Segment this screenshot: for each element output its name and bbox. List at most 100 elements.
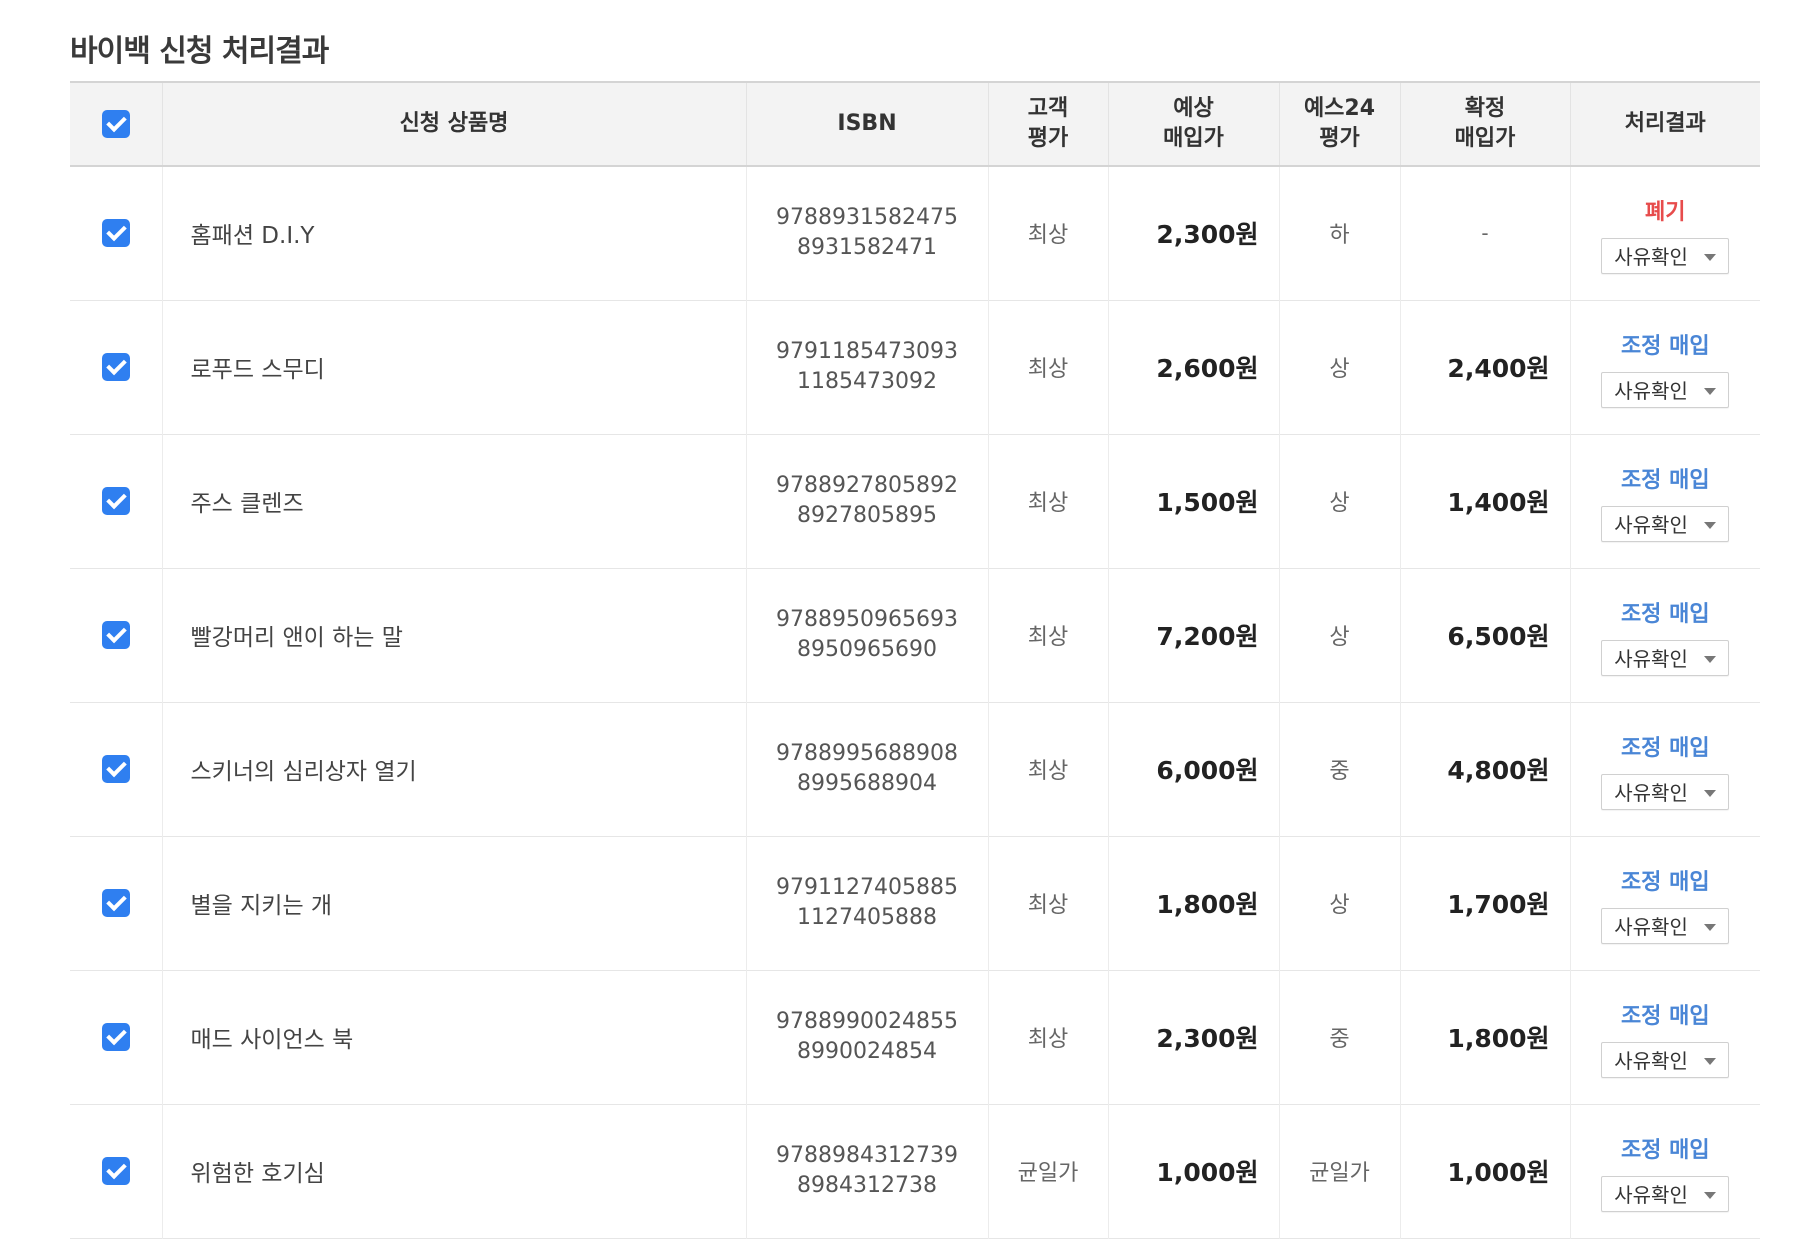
isbn10: 8950965690 xyxy=(797,637,937,662)
isbn10: 8995688904 xyxy=(797,771,937,796)
confirmed-price: 1,000원 xyxy=(1399,1104,1570,1238)
row-select-cell[interactable] xyxy=(70,166,162,300)
row-checkbox[interactable] xyxy=(101,353,130,381)
customer-grade: 최상 xyxy=(987,166,1108,300)
row-select-cell[interactable] xyxy=(70,568,162,702)
reason-check-dropdown[interactable]: 사유확인 xyxy=(1601,238,1730,275)
status-badge: 조정 매입 xyxy=(1620,1004,1710,1029)
reason-check-dropdown[interactable]: 사유확인 xyxy=(1601,1176,1730,1212)
row-select-cell[interactable] xyxy=(70,836,162,970)
product-name: 홈패션 D.I.Y xyxy=(161,166,746,300)
expected-price: 1,800원 xyxy=(1107,836,1279,970)
yes24-grade: 균일가 xyxy=(1278,1104,1400,1238)
expected-price: 6,000원 xyxy=(1107,702,1279,836)
isbn10: 8984312738 xyxy=(797,1173,937,1198)
table-header-row: 신청 상품명 ISBN 고객 평가 예상 매입가 예스24 평가 확정 매입가 처리결과 xyxy=(70,82,1760,166)
table-row: 스키너의 심리상자 열기 9788995688908 8995688904 최상 6,0… xyxy=(70,702,1760,836)
confirmed-price: 4,800원 xyxy=(1399,702,1570,836)
isbn-cell: 9788990024855 8990024854 xyxy=(745,970,988,1104)
customer-grade: 최상 xyxy=(987,300,1108,434)
result-cell: 조정 매입사유확인 xyxy=(1569,970,1760,1104)
reason-check-label: 사유확인 xyxy=(1614,1049,1688,1073)
status-badge: 조정 매입 xyxy=(1620,334,1710,359)
isbn13: 9788995688908 xyxy=(776,741,958,766)
table-row: 빨강머리 앤이 하는 말 9788950965693 8950965690 최상 7,2… xyxy=(70,568,1760,702)
isbn-cell: 9788931582475 8931582471 xyxy=(745,166,988,300)
reason-check-dropdown[interactable]: 사유확인 xyxy=(1601,774,1730,810)
header-customer-grade: 고객 평가 xyxy=(987,82,1108,166)
row-checkbox[interactable] xyxy=(101,1023,130,1051)
row-checkbox[interactable] xyxy=(101,487,130,515)
customer-grade: 최상 xyxy=(987,970,1108,1104)
result-cell: 조정 매입 사유확인 xyxy=(1569,702,1760,836)
row-select-cell[interactable] xyxy=(70,300,162,434)
reason-check-dropdown[interactable]: 사유확인 xyxy=(1601,506,1730,542)
header-result: 처리결과 xyxy=(1569,82,1760,166)
product-name: 주스 클렌즈 xyxy=(161,434,746,568)
isbn13: 9791127405885 xyxy=(776,875,958,900)
table-row: 별을 지키는 개 9791127405885 1127405888 최상 1,800원 상… xyxy=(70,836,1760,970)
table-row: 로푸드 스무디 9791185473093 1185473092 최상 2,600원 상 2… xyxy=(70,300,1760,434)
status-badge: 조정 매입 xyxy=(1620,602,1710,627)
customer-grade: 균일가 xyxy=(987,1104,1108,1238)
isbn10: 8990024854 xyxy=(797,1039,937,1064)
confirmed-price: 1,400원 xyxy=(1399,434,1570,568)
product-name: 별을 지키는 개 xyxy=(161,836,746,970)
row-checkbox[interactable] xyxy=(101,889,130,917)
select-all-checkbox[interactable] xyxy=(101,110,130,138)
isbn-cell: 9788950965693 8950965690 xyxy=(745,568,988,702)
row-select-cell[interactable] xyxy=(70,970,162,1104)
reason-check-label: 사유확인 xyxy=(1614,1183,1688,1207)
isbn-cell: 9788995688908 8995688904 xyxy=(745,702,988,836)
row-checkbox[interactable] xyxy=(101,755,130,783)
caret-down-icon xyxy=(1704,388,1717,395)
reason-check-label: 사유확인 xyxy=(1614,647,1688,671)
table-row: 매드 사이언스 북 9788990024855 8990024854 최상 2,300원… xyxy=(70,970,1760,1104)
yes24-grade: 하 xyxy=(1278,166,1400,300)
row-checkbox[interactable] xyxy=(101,219,130,248)
yes24-grade: 상 xyxy=(1278,568,1400,702)
result-cell: 조정 매입 사유확인 xyxy=(1569,1104,1760,1238)
confirmed-price: - xyxy=(1399,166,1570,300)
confirmed-price: 1,700원 xyxy=(1399,836,1570,970)
reason-check-dropdown[interactable]: 사유확인 xyxy=(1601,908,1730,944)
row-select-cell[interactable] xyxy=(70,434,162,568)
reason-check-dropdown[interactable]: 사유확인 xyxy=(1601,1042,1730,1078)
reason-check-label: 사유확인 xyxy=(1614,513,1688,537)
product-name: 스키너의 심리상자 열기 xyxy=(161,702,746,836)
header-isbn: ISBN xyxy=(745,82,988,166)
product-name: 빨강머리 앤이 하는 말 xyxy=(161,568,746,702)
status-badge: 조정 매입 xyxy=(1620,870,1710,895)
result-cell: 조정 매입사유확인 xyxy=(1569,836,1760,970)
reason-check-dropdown[interactable]: 사유확인 xyxy=(1601,640,1730,676)
result-cell: 조정 매입사유확인 xyxy=(1569,568,1760,702)
caret-down-icon xyxy=(1704,522,1717,529)
yes24-grade: 상 xyxy=(1278,300,1400,434)
result-cell: 폐기 사유확인 xyxy=(1569,166,1760,300)
header-select-all[interactable] xyxy=(70,82,162,166)
expected-price: 2,600원 xyxy=(1107,300,1279,434)
buyback-result-table-wrapper: 신청 상품명 ISBN 고객 평가 예상 매입가 예스24 평가 확정 매입가 처리결과… xyxy=(70,81,1760,1239)
yes24-grade: 중 xyxy=(1278,702,1400,836)
confirmed-price: 2,400원 xyxy=(1399,300,1570,434)
row-checkbox[interactable] xyxy=(101,1157,130,1185)
customer-grade: 최상 xyxy=(987,702,1108,836)
row-checkbox[interactable] xyxy=(101,621,130,649)
caret-down-icon xyxy=(1704,1058,1717,1065)
yes24-grade: 중 xyxy=(1278,970,1400,1104)
reason-check-dropdown[interactable]: 사유확인 xyxy=(1601,372,1730,408)
buyback-result-table: 신청 상품명 ISBN 고객 평가 예상 매입가 예스24 평가 확정 매입가 처리결과… xyxy=(70,81,1760,1239)
isbn10: 8927805895 xyxy=(797,503,937,528)
product-name: 로푸드 스무디 xyxy=(161,300,746,434)
expected-price: 7,200원 xyxy=(1107,568,1279,702)
expected-price: 2,300원 xyxy=(1107,970,1279,1104)
result-cell: 조정 매입사유확인 xyxy=(1569,300,1760,434)
row-select-cell[interactable] xyxy=(70,702,162,836)
isbn10: 1185473092 xyxy=(797,369,937,394)
row-select-cell[interactable] xyxy=(70,1104,162,1238)
caret-down-icon xyxy=(1704,924,1717,931)
page-title: 바이백 신청 처리결과 xyxy=(70,34,329,69)
result-cell: 조정 매입 사유확인 xyxy=(1569,434,1760,568)
reason-check-label: 사유확인 xyxy=(1614,915,1688,939)
expected-price: 1,000원 xyxy=(1107,1104,1279,1238)
